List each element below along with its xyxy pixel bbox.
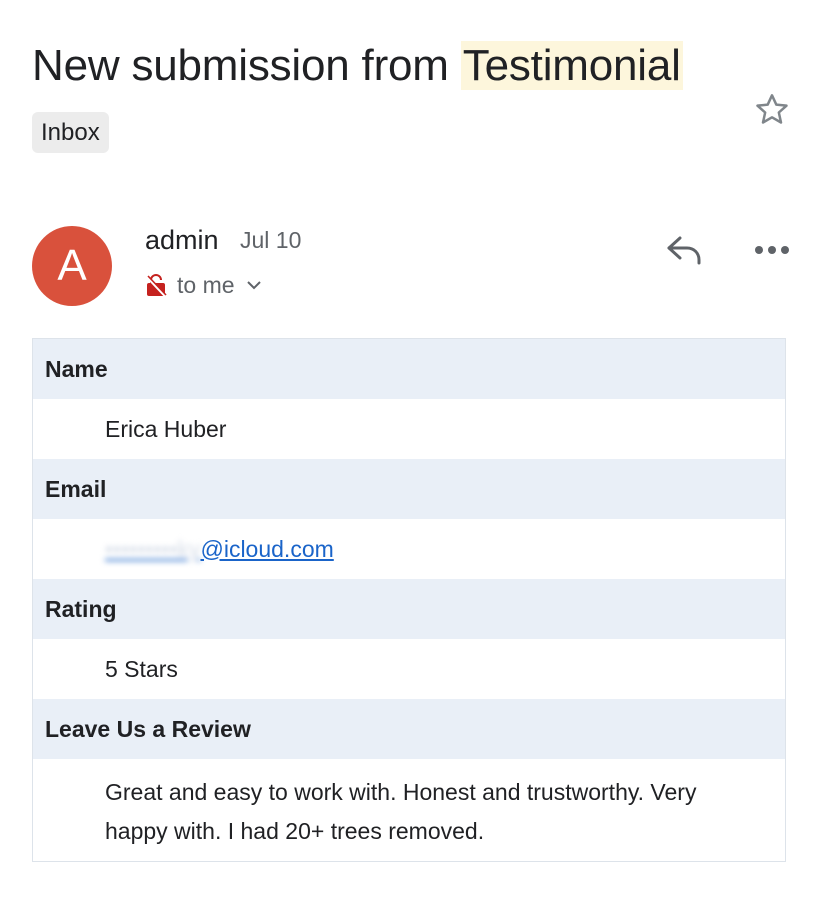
table-row: Leave Us a Review — [32, 699, 786, 759]
submission-table: Name Erica Huber Email •••••••••ky@iclou… — [32, 338, 786, 862]
table-row: Erica Huber — [32, 399, 786, 459]
chevron-down-icon — [246, 281, 261, 290]
table-row: Name — [32, 338, 786, 399]
more-horizontal-icon — [755, 246, 789, 254]
email-subject: New submission from Testimonial — [32, 36, 797, 96]
sender-name[interactable]: admin — [145, 222, 219, 258]
avatar[interactable]: A — [32, 226, 112, 306]
field-label-email: Email — [32, 459, 786, 519]
field-value-review: Great and easy to work with. Honest and … — [32, 759, 786, 862]
email-domain: @icloud.com — [200, 535, 334, 562]
field-label-review: Leave Us a Review — [32, 699, 786, 759]
table-row: •••••••••ky@icloud.com — [32, 519, 786, 579]
lock-off-icon — [146, 274, 167, 297]
avatar-letter: A — [57, 241, 87, 290]
subject-row: New submission from Testimonial — [32, 36, 797, 96]
inbox-label[interactable]: Inbox — [32, 112, 109, 153]
field-value-rating: 5 Stars — [32, 639, 786, 699]
reply-button[interactable] — [660, 228, 710, 272]
reply-icon — [667, 236, 701, 265]
more-options-button[interactable] — [748, 232, 796, 268]
table-row: Email — [32, 459, 786, 519]
redacted-email-user: •••••••••ky — [105, 535, 201, 562]
sender-date: Jul 10 — [240, 227, 302, 253]
email-link[interactable]: •••••••••ky@icloud.com — [105, 536, 334, 562]
recipient-details-toggle[interactable]: to me — [145, 268, 263, 302]
field-value-name: Erica Huber — [32, 399, 786, 459]
field-label-rating: Rating — [32, 579, 786, 639]
table-row: Rating — [32, 579, 786, 639]
subject-prefix: New submission from — [32, 41, 461, 90]
field-label-name: Name — [32, 338, 786, 399]
table-row: 5 Stars — [32, 639, 786, 699]
star-icon — [756, 94, 788, 124]
table-row: Great and easy to work with. Honest and … — [32, 759, 786, 862]
recipient-label: to me — [177, 271, 235, 298]
field-value-email: •••••••••ky@icloud.com — [32, 519, 786, 579]
star-button[interactable] — [748, 88, 796, 132]
subject-highlight: Testimonial — [460, 41, 683, 90]
